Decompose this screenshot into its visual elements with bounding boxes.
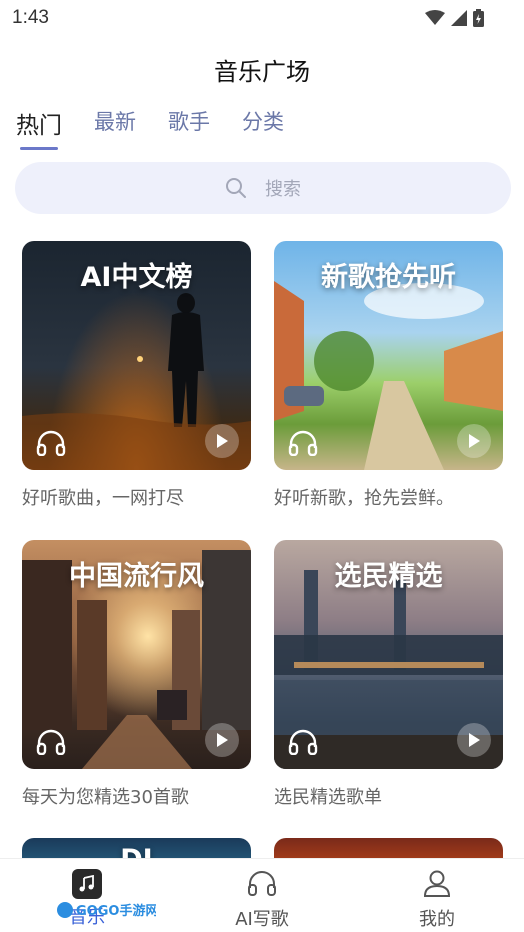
status-icons	[425, 9, 484, 27]
wifi-icon	[425, 10, 445, 25]
nav-ai-songwriting-label: AI写歌	[235, 909, 289, 930]
search-placeholder: 搜索	[265, 179, 301, 200]
playlist-description: 选民精选歌单	[274, 787, 382, 808]
playlist-title: 中国流行风	[69, 561, 204, 592]
signal-icon	[451, 10, 467, 26]
page-title: 音乐广场	[214, 58, 310, 86]
status-time: 1:43	[12, 7, 49, 28]
play-icon	[217, 733, 228, 747]
playlist-cover[interactable]: 选民精选	[274, 540, 503, 769]
headphone-icon	[288, 430, 318, 456]
tab-singers[interactable]: 歌手	[168, 106, 210, 150]
playlist-description: 好听新歌，抢先尝鲜。	[274, 488, 454, 509]
playlist-card[interactable]: 中国流行风 每天为您精选30首歌	[22, 540, 251, 809]
play-button[interactable]	[205, 723, 239, 757]
battery-icon	[473, 9, 484, 27]
headphone-icon	[36, 729, 66, 755]
playlist-card[interactable]: 选民精选 选民精选歌单	[274, 540, 503, 809]
playlist-cover[interactable]: AI中文榜	[22, 241, 251, 470]
tab-bar: 热门 最新 歌手 分类	[16, 106, 316, 150]
tab-hot[interactable]: 热门	[16, 106, 62, 150]
play-icon	[469, 434, 480, 448]
playlist-description: 每天为您精选30首歌	[22, 787, 189, 808]
tab-categories[interactable]: 分类	[242, 106, 284, 150]
playlist-title: 新歌抢先听	[321, 262, 456, 293]
search-icon	[226, 178, 246, 198]
playlist-description: 好听歌曲，一网打尽	[22, 488, 184, 509]
play-button[interactable]	[457, 723, 491, 757]
nav-profile[interactable]: 我的	[377, 869, 497, 931]
playlist-card[interactable]: AI中文榜 好听歌曲，一网打尽	[22, 241, 251, 510]
headphone-icon	[288, 729, 318, 755]
playlist-title: 选民精选	[334, 561, 443, 592]
music-note-icon	[72, 869, 102, 899]
playlist-title: AI中文榜	[80, 262, 193, 293]
headphone-icon	[36, 430, 66, 456]
play-icon	[217, 434, 228, 448]
nav-ai-songwriting[interactable]: AI写歌	[202, 869, 322, 931]
playlist-cover[interactable]: 中国流行风	[22, 540, 251, 769]
playlist-card[interactable]: 新歌抢先听 好听新歌，抢先尝鲜。	[274, 241, 503, 510]
watermark-logo: GOGO手游网	[57, 902, 156, 919]
status-bar: 1:43	[0, 0, 524, 36]
user-icon	[423, 870, 451, 897]
play-button[interactable]	[457, 424, 491, 458]
search-bar[interactable]: 搜索	[15, 162, 511, 214]
play-icon	[469, 733, 480, 747]
playlist-cover[interactable]: 新歌抢先听	[274, 241, 503, 470]
headphone-icon	[248, 871, 276, 896]
play-button[interactable]	[205, 424, 239, 458]
tab-latest[interactable]: 最新	[94, 106, 136, 150]
svg-text:GOGO手游网: GOGO手游网	[76, 903, 156, 919]
nav-profile-label: 我的	[419, 909, 455, 930]
